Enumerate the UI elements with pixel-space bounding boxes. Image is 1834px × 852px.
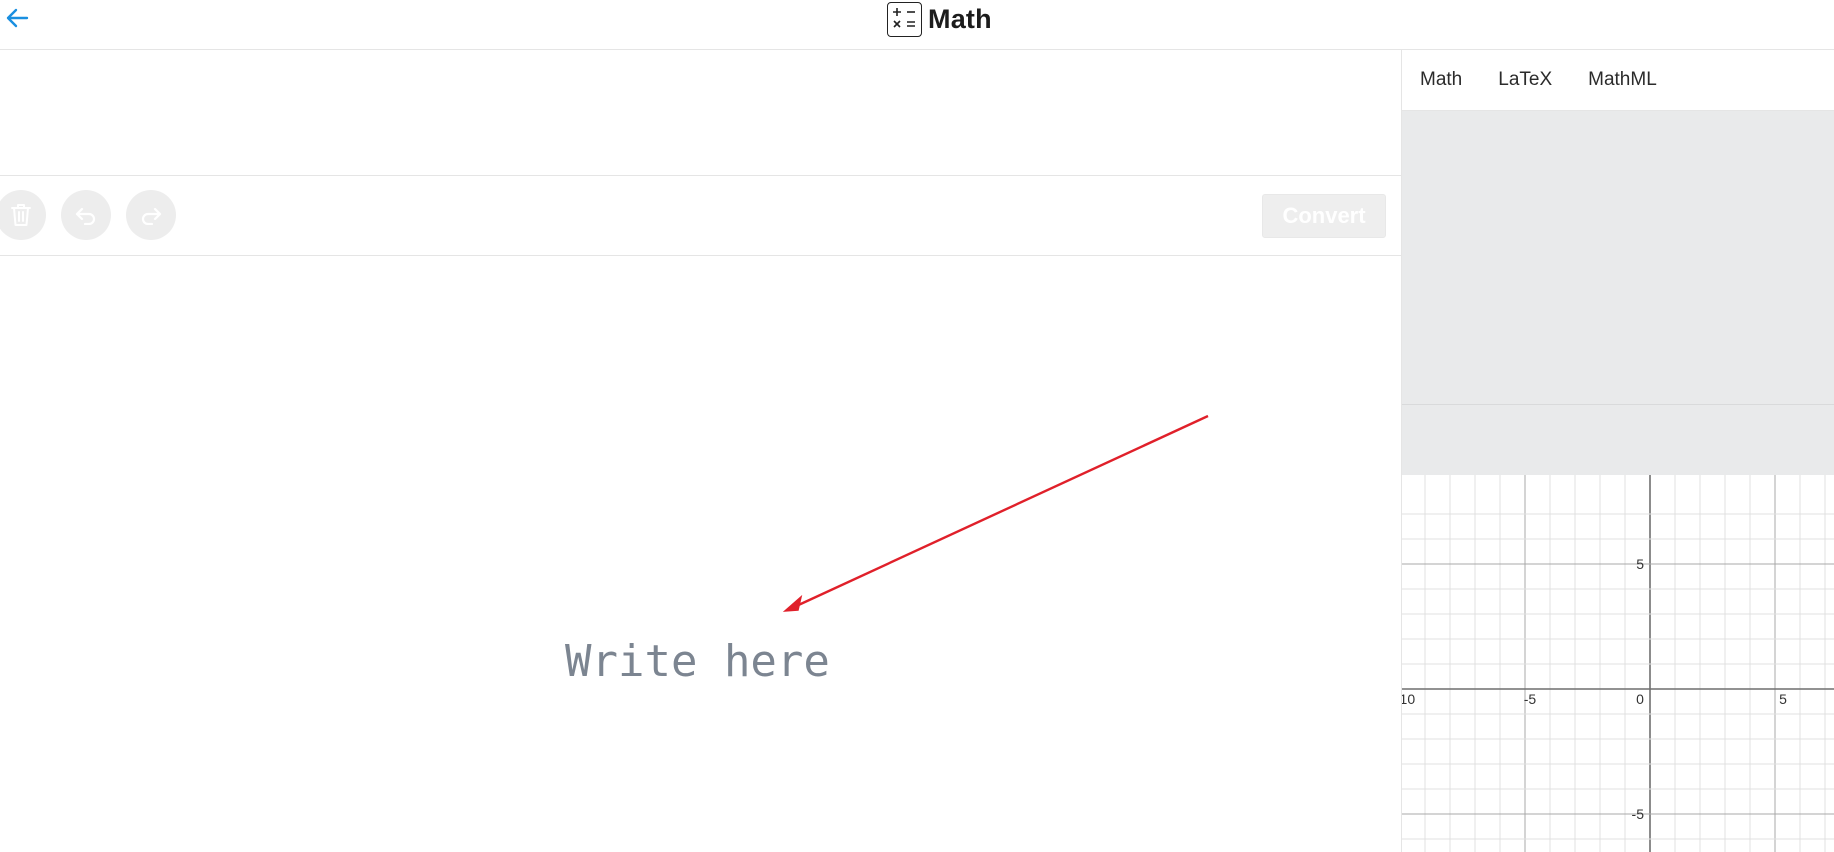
x-tick-label: -5 bbox=[1524, 691, 1537, 707]
page-title: Math bbox=[928, 3, 992, 34]
editor-toolbar: Convert bbox=[0, 176, 1401, 256]
math-app: Math Convert Write here Math LaTeX MathM… bbox=[0, 0, 1834, 852]
tab-latex[interactable]: LaTeX bbox=[1498, 69, 1552, 91]
convert-button[interactable]: Convert bbox=[1262, 194, 1386, 238]
annotation-arrow bbox=[782, 414, 1209, 612]
redo-button[interactable] bbox=[126, 190, 176, 240]
graph-canvas: -10 -5 0 5 5 -5 bbox=[1402, 475, 1834, 852]
undo-button[interactable] bbox=[61, 190, 111, 240]
arrow-left-icon bbox=[6, 8, 29, 28]
page-title-group: Math bbox=[887, 0, 992, 38]
back-button[interactable] bbox=[0, 3, 34, 33]
tab-mathml[interactable]: MathML bbox=[1588, 69, 1657, 91]
clear-button[interactable] bbox=[0, 190, 46, 240]
redo-icon bbox=[141, 207, 162, 225]
function-graph[interactable]: -10 -5 0 5 5 -5 bbox=[1402, 475, 1834, 852]
calculator-symbols-icon bbox=[887, 1, 922, 37]
x-tick-label: -10 bbox=[1402, 691, 1415, 707]
y-tick-label: -5 bbox=[1632, 806, 1645, 822]
x-tick-label: 5 bbox=[1779, 691, 1787, 707]
y-tick-label: 5 bbox=[1636, 556, 1644, 572]
writing-pane: Convert Write here bbox=[0, 50, 1402, 852]
x-tick-label: 0 bbox=[1636, 691, 1644, 707]
result-preview bbox=[1402, 111, 1834, 405]
trash-icon bbox=[11, 204, 31, 226]
result-strip bbox=[1402, 405, 1834, 475]
undo-icon bbox=[75, 207, 96, 225]
canvas-placeholder: Write here bbox=[565, 636, 830, 687]
tab-math[interactable]: Math bbox=[1420, 69, 1462, 91]
result-format-tabs: Math LaTeX MathML bbox=[1402, 50, 1834, 111]
handwriting-canvas[interactable]: Write here bbox=[0, 256, 1401, 852]
app-header: Math bbox=[0, 0, 1834, 50]
conversion-result-area bbox=[0, 50, 1401, 176]
results-pane: Math LaTeX MathML -10 -5 0 5 5 -5 bbox=[1402, 50, 1834, 852]
